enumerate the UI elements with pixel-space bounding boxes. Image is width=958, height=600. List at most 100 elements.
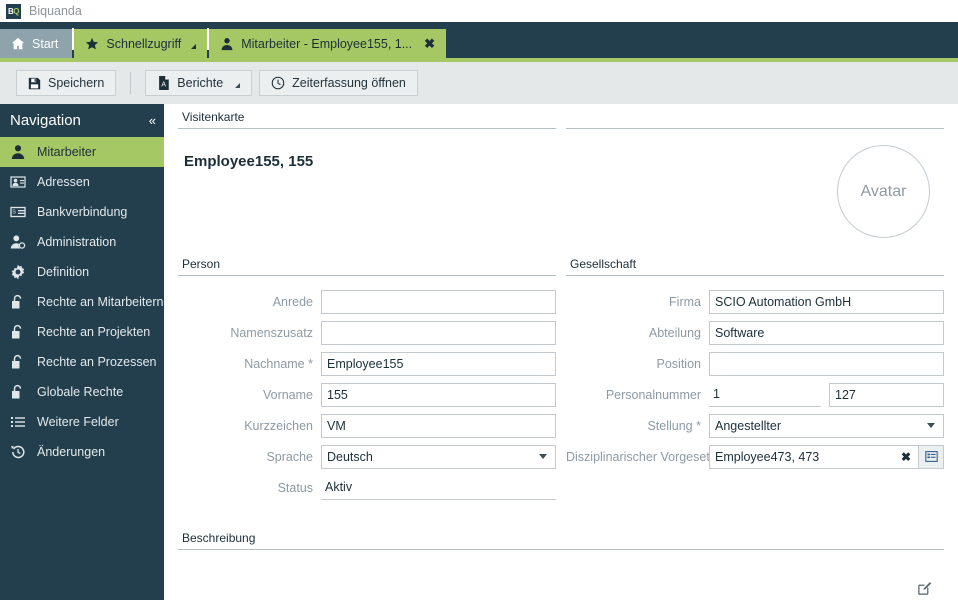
title-bar: BQ Biquanda (0, 0, 958, 22)
personalnummer-group: 1 127 (709, 382, 944, 407)
bank-card-icon: S (9, 203, 27, 221)
lock-open-icon (9, 353, 27, 371)
section-title-beschreibung: Beschreibung (178, 525, 944, 550)
personalnummer-value: 1 (709, 382, 821, 407)
sidebar-item-aenderungen[interactable]: Änderungen (0, 437, 164, 467)
chevron-down-icon (927, 423, 935, 428)
field-label: Namenszusatz (230, 325, 313, 340)
sidebar-item-adressen[interactable]: Adressen (0, 167, 164, 197)
field-label: Kurzzeichen (244, 418, 313, 433)
pdf-report-icon: A (157, 76, 170, 90)
toolbar: Speichern A Berichte Zeiterfassung öffne… (0, 62, 958, 104)
sidebar: Navigation « Mitarbeiter Adressen S Bank… (0, 104, 164, 600)
personalnummer-secondary-input[interactable]: 127 (829, 382, 944, 407)
namenszusatz-input[interactable] (321, 320, 556, 345)
field-label: Abteilung (648, 325, 701, 340)
person-icon (9, 143, 27, 161)
sidebar-item-label: Administration (37, 235, 117, 249)
sidebar-item-label: Definition (37, 265, 90, 279)
field-abteilung: Abteilung Software (566, 317, 944, 348)
section-title-visitenkarte-right (566, 104, 944, 129)
field-label: Nachname * (244, 356, 313, 371)
field-position: Position (566, 348, 944, 379)
sidebar-item-definition[interactable]: Definition (0, 257, 164, 287)
save-button[interactable]: Speichern (16, 70, 117, 96)
nachname-input[interactable]: Employee155 (321, 351, 556, 376)
vorgesetzter-input[interactable]: Employee473, 473 ✖ (709, 444, 919, 469)
avatar-label: Avatar (860, 182, 907, 200)
history-icon (9, 443, 27, 461)
visitenkarte-body: Employee155, 155 Avatar (164, 129, 958, 251)
body: Navigation « Mitarbeiter Adressen S Bank… (0, 104, 958, 600)
firma-input[interactable]: SCIO Automation GmbH (709, 289, 944, 314)
tab-bar: Start Schnellzugriff Mitarbeiter - Emplo… (0, 22, 958, 58)
sidebar-item-mitarbeiter[interactable]: Mitarbeiter (0, 137, 164, 167)
sidebar-item-rechte-an-prozessen[interactable]: Rechte an Prozessen (0, 347, 164, 377)
field-firma: Firma SCIO Automation GmbH (566, 286, 944, 317)
sidebar-item-label: Adressen (37, 175, 90, 189)
employee-display-name: Employee155, 155 (184, 153, 314, 170)
beschreibung-body[interactable] (178, 550, 944, 600)
list-picker-icon (924, 450, 938, 463)
field-label: Vorname (262, 387, 313, 402)
lock-open-icon (9, 323, 27, 341)
status-value: Aktiv (321, 475, 556, 500)
sidebar-item-rechte-an-mitarbeitern[interactable]: Rechte an Mitarbeitern (0, 287, 164, 317)
chevron-down-icon[interactable] (191, 44, 197, 49)
form-body: Anrede Namenszusatz Nachname * Employee1… (164, 276, 958, 503)
tab-start[interactable]: Start (0, 29, 73, 58)
sidebar-item-bankverbindung[interactable]: S Bankverbindung (0, 197, 164, 227)
sprache-select[interactable]: Deutsch (321, 444, 556, 469)
stellung-selected-value: Angestellter (715, 418, 782, 433)
field-vorname: Vorname 155 (178, 379, 556, 410)
avatar[interactable]: Avatar (837, 145, 930, 238)
anrede-input[interactable] (321, 289, 556, 314)
sidebar-item-weitere-felder[interactable]: Weitere Felder (0, 407, 164, 437)
sidebar-item-label: Änderungen (37, 445, 106, 459)
person-icon (220, 37, 234, 51)
save-icon (28, 77, 41, 90)
vorname-input[interactable]: 155 (321, 382, 556, 407)
app-logo-icon: BQ (6, 3, 21, 19)
kurzzeichen-input[interactable]: VM (321, 413, 556, 438)
sidebar-item-label: Bankverbindung (37, 205, 128, 219)
abteilung-input[interactable]: Software (709, 320, 944, 345)
clear-icon[interactable]: ✖ (901, 450, 911, 464)
form-section-headers: Person Gesellschaft (164, 251, 958, 276)
visitenkarte-headers: Visitenkarte (164, 104, 958, 129)
home-icon (11, 37, 25, 51)
stellung-select[interactable]: Angestellter (709, 413, 944, 438)
lock-open-icon (9, 293, 27, 311)
sidebar-item-label: Globale Rechte (37, 385, 124, 399)
sidebar-item-label: Rechte an Mitarbeitern (37, 295, 164, 309)
gear-icon (9, 263, 27, 281)
sidebar-item-administration[interactable]: Administration (0, 227, 164, 257)
save-button-label: Speichern (48, 76, 105, 90)
vorgesetzter-value: Employee473, 473 (715, 449, 820, 464)
edit-icon[interactable] (917, 581, 932, 596)
open-picker-button[interactable] (919, 444, 944, 469)
beschreibung-section: Beschreibung (164, 525, 958, 600)
field-namenszusatz: Namenszusatz (178, 317, 556, 348)
sidebar-item-label: Rechte an Projekten (37, 325, 151, 339)
sidebar-item-globale-rechte[interactable]: Globale Rechte (0, 377, 164, 407)
position-input[interactable] (709, 351, 944, 376)
field-label: Disziplinarischer Vorgesetzter (566, 449, 731, 464)
field-disziplinarischer-vorgesetzter: Disziplinarischer Vorgesetzter Employee4… (566, 441, 944, 472)
field-personalnummer: Personalnummer 1 127 (566, 379, 944, 410)
timetracking-button-label: Zeiterfassung öffnen (292, 76, 406, 90)
field-kurzzeichen: Kurzzeichen VM (178, 410, 556, 441)
field-nachname: Nachname * Employee155 (178, 348, 556, 379)
chevron-down-icon[interactable] (235, 83, 241, 88)
collapse-sidebar-icon[interactable]: « (149, 113, 156, 128)
field-status: Status Aktiv (178, 472, 556, 503)
reports-button[interactable]: A Berichte (145, 70, 253, 96)
timetracking-button[interactable]: Zeiterfassung öffnen (259, 70, 418, 96)
tab-mitarbeiter[interactable]: Mitarbeiter - Employee155, 1... ✖ (209, 29, 447, 58)
field-label: Status (277, 480, 313, 495)
sidebar-item-rechte-an-projekten[interactable]: Rechte an Projekten (0, 317, 164, 347)
sidebar-item-label: Rechte an Prozessen (37, 355, 157, 369)
sidebar-item-label: Weitere Felder (37, 415, 119, 429)
close-icon[interactable]: ✖ (424, 37, 435, 50)
tab-schnellzugriff[interactable]: Schnellzugriff (74, 29, 208, 58)
